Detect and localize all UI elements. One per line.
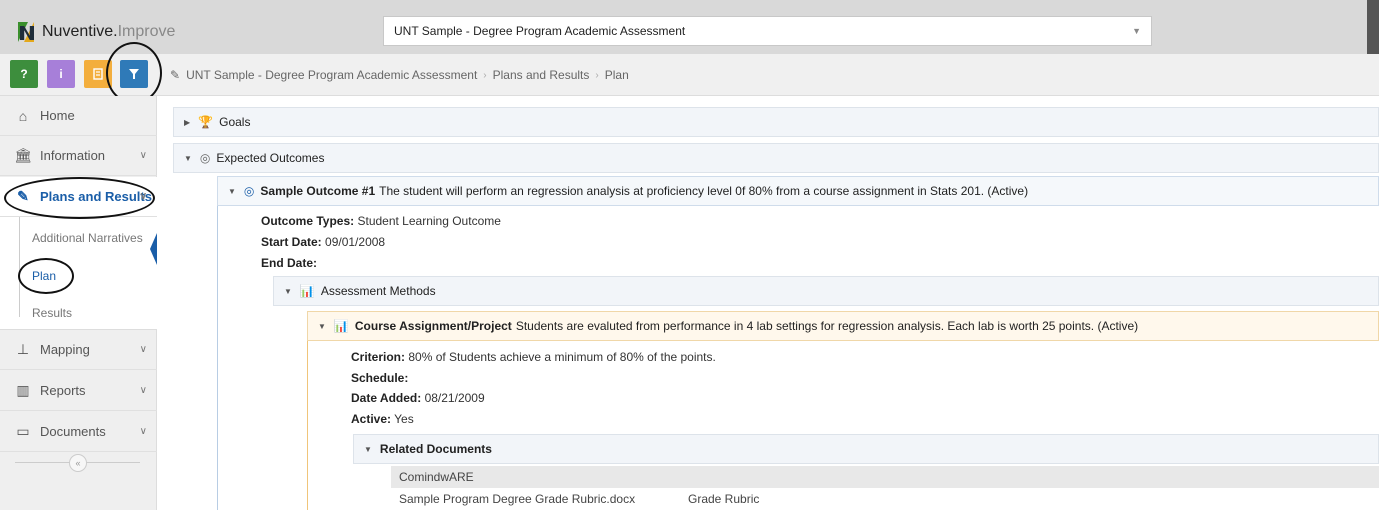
pencil-icon: ✎ bbox=[170, 68, 181, 82]
field-value: Yes bbox=[394, 412, 414, 426]
sidebar-item-mapping[interactable]: ⊥ Mapping ∨ bbox=[0, 330, 157, 370]
logo-text: Nuventive.Improve bbox=[42, 23, 175, 41]
related-documents-header[interactable]: ▼ Related Documents bbox=[353, 434, 1379, 464]
bar-chart-icon: 📊 bbox=[299, 284, 315, 298]
home-icon: ⌂ bbox=[18, 107, 28, 124]
caret-right-icon: ▶ bbox=[184, 117, 191, 127]
date-added-row: Date Added: 08/21/2009 bbox=[351, 391, 485, 405]
field-label: Date Added: bbox=[351, 391, 422, 405]
breadcrumb-item-plans[interactable]: Plans and Results bbox=[493, 68, 590, 82]
chevron-down-icon: ∨ bbox=[139, 426, 147, 437]
chevron-down-icon: ∨ bbox=[139, 150, 147, 161]
method-description: Students are evaluted from performance i… bbox=[515, 319, 1139, 333]
criterion-row: Criterion: 80% of Students achieve a min… bbox=[351, 350, 716, 364]
related-documents-label: Related Documents bbox=[379, 442, 492, 456]
info-icon: i bbox=[59, 67, 63, 81]
document-type: Grade Rubric bbox=[688, 492, 760, 506]
expected-outcomes-section-header[interactable]: ▼ ◎ Expected Outcomes bbox=[173, 143, 1379, 173]
trophy-icon: 🏆 bbox=[198, 115, 214, 129]
annotation-circle-plan bbox=[18, 258, 74, 294]
main-content: ▶ 🏆 Goals ▼ ◎ Expected Outcomes ▼ ◎ Samp… bbox=[157, 96, 1379, 510]
outcome-title: Sample Outcome #1 bbox=[260, 184, 376, 198]
method-title: Course Assignment/Project bbox=[354, 319, 512, 333]
folder-icon: ▭ bbox=[16, 423, 30, 439]
field-label: Active: bbox=[351, 412, 392, 426]
sidebar-item-label: Documents bbox=[40, 424, 106, 439]
sitemap-icon: ⊥ bbox=[16, 341, 30, 357]
end-date-row: End Date: bbox=[261, 256, 317, 270]
target-icon: ◎ bbox=[199, 151, 211, 165]
goals-section-header[interactable]: ▶ 🏆 Goals bbox=[173, 107, 1379, 137]
expected-outcomes-label: Expected Outcomes bbox=[216, 151, 325, 165]
document-row[interactable]: Sample Program Degree Grade Rubric.docx … bbox=[391, 490, 1379, 510]
field-label: Schedule: bbox=[351, 371, 409, 385]
document-name[interactable]: Sample Program Degree Grade Rubric.docx bbox=[399, 492, 635, 506]
method-header[interactable]: ▼ 📊 Course Assignment/Project Students a… bbox=[307, 311, 1379, 341]
help-button[interactable]: ? bbox=[10, 60, 38, 88]
submenu-guide-line bbox=[19, 217, 20, 317]
project-selector-value: UNT Sample - Degree Program Academic Ass… bbox=[394, 24, 686, 38]
caret-down-icon: ▼ bbox=[284, 286, 292, 296]
sidebar-item-information[interactable]: 🏛 Information ∨ bbox=[0, 136, 157, 176]
sidebar-item-label: Reports bbox=[40, 383, 86, 398]
field-label: End Date: bbox=[261, 256, 318, 270]
logo-brand: Nuventive. bbox=[42, 23, 118, 40]
sidebar-subitem-additional-narratives[interactable]: Additional Narratives bbox=[32, 231, 143, 245]
field-value: Student Learning Outcome bbox=[357, 214, 501, 228]
sidebar-item-label: Home bbox=[40, 108, 75, 123]
app-logo[interactable]: Nuventive.Improve bbox=[18, 22, 175, 42]
field-value: 80% of Students achieve a minimum of 80%… bbox=[408, 350, 716, 364]
active-row: Active: Yes bbox=[351, 412, 414, 426]
project-selector[interactable]: UNT Sample - Degree Program Academic Ass… bbox=[383, 16, 1152, 46]
schedule-row: Schedule: bbox=[351, 371, 408, 385]
institution-icon: 🏛 bbox=[14, 147, 32, 163]
nuventive-logo-icon bbox=[18, 22, 38, 42]
caret-down-icon: ▼ bbox=[184, 153, 192, 163]
columns-icon: ▥ bbox=[16, 382, 30, 398]
assessment-methods-header[interactable]: ▼ 📊 Assessment Methods bbox=[273, 276, 1379, 306]
chevron-down-icon: ∨ bbox=[139, 344, 147, 355]
documents-group-label: ComindwARE bbox=[399, 470, 474, 484]
chevron-down-icon: ∨ bbox=[139, 385, 147, 396]
field-label: Start Date: bbox=[261, 235, 322, 249]
sidebar: ⌂ Home 🏛 Information ∨ ✎ Plans and Resul… bbox=[0, 96, 157, 510]
breadcrumb-item-plan: Plan bbox=[604, 68, 629, 82]
sidebar-subitem-results[interactable]: Results bbox=[32, 306, 72, 320]
sidebar-item-label: Information bbox=[40, 148, 106, 163]
breadcrumb-separator-icon: › bbox=[483, 69, 487, 81]
chevron-down-icon: ▼ bbox=[1132, 26, 1141, 36]
caret-down-icon: ▼ bbox=[228, 186, 236, 196]
outcome-types-row: Outcome Types: Student Learning Outcome bbox=[261, 214, 501, 228]
field-value: 08/21/2009 bbox=[424, 391, 485, 405]
sidebar-item-home[interactable]: ⌂ Home bbox=[0, 96, 157, 136]
sidebar-item-reports[interactable]: ▥ Reports ∨ bbox=[0, 371, 157, 411]
caret-down-icon: ▼ bbox=[318, 321, 326, 331]
breadcrumb: ✎ UNT Sample - Degree Program Academic A… bbox=[170, 68, 629, 82]
field-value: 09/01/2008 bbox=[325, 235, 386, 249]
field-label: Outcome Types: bbox=[261, 214, 355, 228]
chevron-left-icon: « bbox=[75, 458, 81, 468]
document-icon bbox=[93, 68, 103, 80]
start-date-row: Start Date: 09/01/2008 bbox=[261, 235, 385, 249]
breadcrumb-separator-icon: › bbox=[595, 69, 599, 81]
target-icon: ◎ bbox=[243, 184, 255, 198]
caret-down-icon: ▼ bbox=[364, 444, 372, 454]
breadcrumb-item-project[interactable]: UNT Sample - Degree Program Academic Ass… bbox=[186, 68, 477, 82]
documents-group-header: ComindwARE bbox=[391, 466, 1379, 488]
assessment-methods-label: Assessment Methods bbox=[320, 284, 436, 298]
field-label: Criterion: bbox=[351, 350, 405, 364]
help-icon: ? bbox=[20, 67, 28, 81]
collapse-sidebar-button[interactable]: « bbox=[69, 454, 87, 472]
header-edge bbox=[1367, 0, 1379, 54]
sidebar-item-label: Mapping bbox=[40, 342, 90, 357]
goals-label: Goals bbox=[219, 115, 251, 129]
bar-chart-icon: 📊 bbox=[333, 319, 349, 333]
outcome-description: The student will perform an regression a… bbox=[379, 184, 1029, 198]
annotation-circle-filter bbox=[106, 42, 162, 104]
sidebar-item-documents[interactable]: ▭ Documents ∨ bbox=[0, 412, 157, 452]
logo-product: Improve bbox=[117, 23, 176, 40]
outcome-header[interactable]: ▼ ◎ Sample Outcome #1 The student will p… bbox=[217, 176, 1379, 206]
annotation-circle-plans bbox=[4, 177, 155, 219]
info-button[interactable]: i bbox=[47, 60, 75, 88]
